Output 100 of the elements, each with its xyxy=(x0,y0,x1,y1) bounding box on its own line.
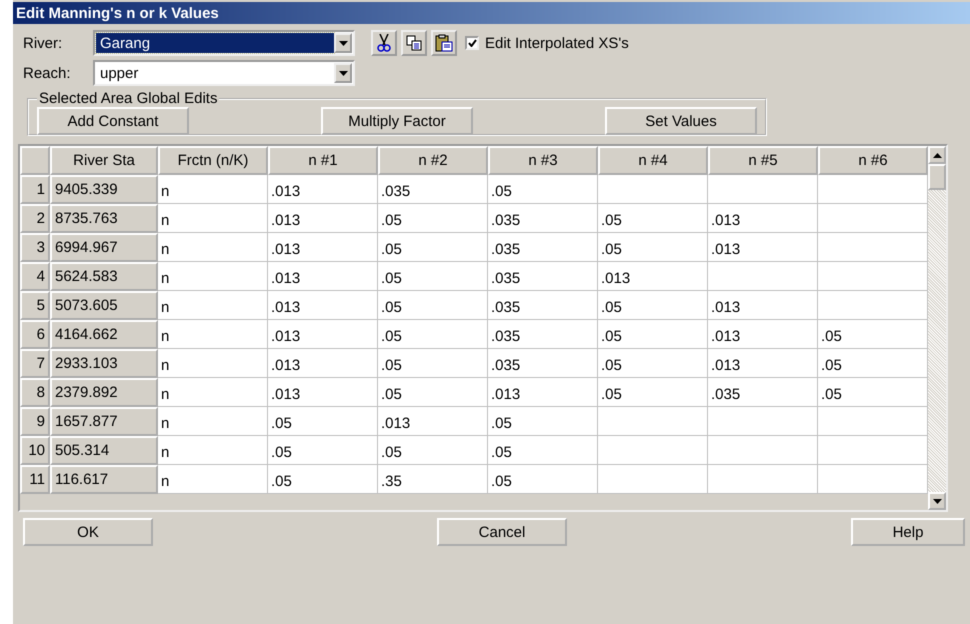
table-cell[interactable]: .05 xyxy=(598,349,708,378)
dropdown-button[interactable] xyxy=(334,63,352,83)
table-cell[interactable]: .013 xyxy=(268,233,378,262)
table-cell[interactable]: .013 xyxy=(488,378,598,407)
table-cell[interactable]: n xyxy=(158,233,268,262)
table-cell[interactable] xyxy=(818,436,928,465)
table-cell[interactable]: .05 xyxy=(488,465,598,494)
table-cell[interactable]: .05 xyxy=(378,349,488,378)
table-cell[interactable] xyxy=(598,407,708,436)
scroll-thumb[interactable] xyxy=(928,164,946,190)
table-cell[interactable] xyxy=(818,204,928,233)
table-cell[interactable]: n xyxy=(158,349,268,378)
table-cell[interactable]: .035 xyxy=(488,262,598,291)
table-cell[interactable]: .035 xyxy=(378,175,488,204)
table-cell[interactable]: n xyxy=(158,262,268,291)
table-cell[interactable]: n xyxy=(158,465,268,494)
checkbox[interactable] xyxy=(465,36,479,50)
dialog-button[interactable]: Cancel xyxy=(437,518,567,546)
column-header[interactable]: n #3 xyxy=(488,146,598,175)
table-cell[interactable]: n xyxy=(158,407,268,436)
scroll-up-button[interactable] xyxy=(928,146,946,164)
table-cell[interactable]: .013 xyxy=(268,320,378,349)
edit-button[interactable]: Multiply Factor xyxy=(321,107,473,135)
table-cell[interactable]: n xyxy=(158,291,268,320)
table-cell[interactable]: .05 xyxy=(268,407,378,436)
table-cell[interactable]: .05 xyxy=(378,204,488,233)
table-cell[interactable] xyxy=(818,291,928,320)
table-cell[interactable]: .05 xyxy=(818,349,928,378)
dropdown-button[interactable] xyxy=(334,33,352,53)
table-cell[interactable]: .035 xyxy=(708,378,818,407)
table-cell[interactable]: .035 xyxy=(488,291,598,320)
table-cell[interactable]: .013 xyxy=(268,349,378,378)
table-cell[interactable]: .05 xyxy=(598,320,708,349)
table-cell[interactable] xyxy=(818,407,928,436)
table-cell[interactable]: .05 xyxy=(378,291,488,320)
table-cell[interactable] xyxy=(708,436,818,465)
table-cell[interactable]: .05 xyxy=(488,407,598,436)
table-cell[interactable] xyxy=(708,407,818,436)
column-header[interactable]: n #4 xyxy=(598,146,708,175)
table-cell[interactable]: .013 xyxy=(708,291,818,320)
table-cell[interactable]: .05 xyxy=(598,291,708,320)
table-cell[interactable]: .05 xyxy=(818,320,928,349)
table-cell[interactable]: .013 xyxy=(708,233,818,262)
table-cell[interactable]: .05 xyxy=(268,436,378,465)
table-cell[interactable]: .35 xyxy=(378,465,488,494)
cut-button[interactable] xyxy=(371,30,397,56)
column-header[interactable]: n #6 xyxy=(818,146,928,175)
column-header[interactable]: River Sta xyxy=(50,146,158,175)
table-cell[interactable] xyxy=(818,175,928,204)
table-cell[interactable]: .013 xyxy=(708,204,818,233)
table-cell[interactable]: .05 xyxy=(378,378,488,407)
table-cell[interactable] xyxy=(598,175,708,204)
edit-button[interactable]: Add Constant xyxy=(37,107,189,135)
column-header[interactable]: n #5 xyxy=(708,146,818,175)
table-cell[interactable]: .05 xyxy=(378,436,488,465)
table-cell[interactable]: .013 xyxy=(268,378,378,407)
river-dropdown[interactable]: Garang xyxy=(93,30,355,56)
table-cell[interactable]: .05 xyxy=(818,378,928,407)
table-cell[interactable] xyxy=(818,233,928,262)
table-cell[interactable] xyxy=(598,465,708,494)
table-cell[interactable]: n xyxy=(158,378,268,407)
vertical-scrollbar[interactable] xyxy=(928,146,946,510)
table-cell[interactable]: .035 xyxy=(488,204,598,233)
table-cell[interactable]: n xyxy=(158,175,268,204)
table-cell[interactable] xyxy=(598,436,708,465)
table-cell[interactable]: .013 xyxy=(268,175,378,204)
table-cell[interactable]: .05 xyxy=(378,262,488,291)
scroll-down-button[interactable] xyxy=(928,492,946,510)
table-cell[interactable]: .013 xyxy=(708,320,818,349)
table-cell[interactable]: .05 xyxy=(268,465,378,494)
table-cell[interactable]: n xyxy=(158,320,268,349)
column-header[interactable]: n #2 xyxy=(378,146,488,175)
table-cell[interactable]: .05 xyxy=(488,175,598,204)
table-cell[interactable]: .013 xyxy=(268,291,378,320)
table-cell[interactable]: .013 xyxy=(598,262,708,291)
table-cell[interactable]: .013 xyxy=(268,204,378,233)
table-cell[interactable] xyxy=(818,465,928,494)
paste-button[interactable] xyxy=(431,30,457,56)
table-cell[interactable]: .035 xyxy=(488,233,598,262)
table-cell[interactable]: .05 xyxy=(378,233,488,262)
table-cell[interactable]: .05 xyxy=(598,378,708,407)
table-cell[interactable]: n xyxy=(158,436,268,465)
table-cell[interactable]: .05 xyxy=(598,204,708,233)
table-cell[interactable]: .013 xyxy=(708,349,818,378)
table-cell[interactable] xyxy=(708,262,818,291)
corner-header[interactable] xyxy=(20,146,50,175)
table-cell[interactable] xyxy=(818,262,928,291)
table-cell[interactable]: .013 xyxy=(268,262,378,291)
table-cell[interactable]: n xyxy=(158,204,268,233)
table-cell[interactable]: .035 xyxy=(488,320,598,349)
table-cell[interactable]: .013 xyxy=(378,407,488,436)
table-cell[interactable]: .05 xyxy=(598,233,708,262)
table-cell[interactable]: .05 xyxy=(378,320,488,349)
table-cell[interactable]: .05 xyxy=(488,436,598,465)
table-cell[interactable] xyxy=(708,465,818,494)
edit-button[interactable]: Set Values xyxy=(605,107,757,135)
reach-dropdown[interactable]: upper xyxy=(93,60,355,86)
table-cell[interactable] xyxy=(708,175,818,204)
copy-button[interactable] xyxy=(401,30,427,56)
table-cell[interactable]: .035 xyxy=(488,349,598,378)
